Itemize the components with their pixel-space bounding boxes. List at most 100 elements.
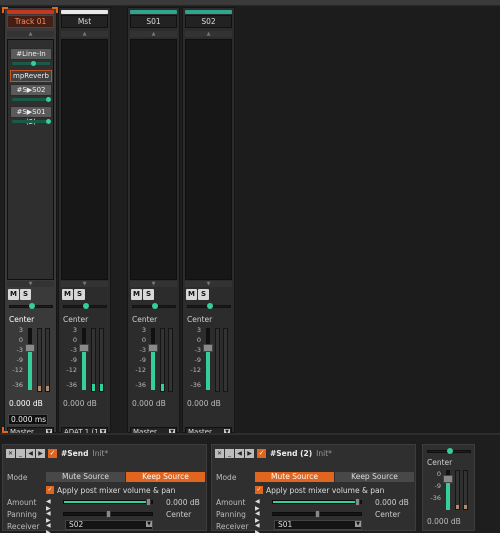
amount-stepper[interactable]: ◀ ▶ xyxy=(255,498,266,512)
post-mixer-option[interactable]: ✓ Apply post mixer volume & pan xyxy=(255,485,384,495)
mute-button[interactable]: M xyxy=(8,289,19,300)
volume-fader[interactable] xyxy=(82,328,86,390)
send-level-slider[interactable] xyxy=(12,97,51,102)
volume-fader[interactable] xyxy=(206,328,210,390)
preset-name[interactable]: Init* xyxy=(92,449,108,458)
panning-slider[interactable] xyxy=(272,510,362,518)
processor-list[interactable] xyxy=(130,39,177,280)
track-name[interactable]: Track 01 xyxy=(7,15,54,28)
track-header[interactable]: S02 xyxy=(185,10,232,30)
receiver-stepper[interactable]: ◀ ▶ xyxy=(255,522,266,533)
fader-handle[interactable] xyxy=(148,344,158,352)
pan-knob[interactable] xyxy=(207,303,213,309)
chevron-down-icon[interactable]: ▼ xyxy=(146,521,152,527)
track-strip-mst[interactable]: Mst ▲ ▼ MS Center 3 0 -3 -9 -12 -36 0.00… xyxy=(58,7,111,437)
scroll-up-arrow[interactable]: ▲ xyxy=(61,31,108,37)
scroll-down-arrow[interactable]: ▼ xyxy=(185,281,232,287)
pan-knob[interactable] xyxy=(152,303,158,309)
close-icon[interactable]: ✕ xyxy=(6,449,15,458)
amount-slider[interactable] xyxy=(63,498,153,506)
amount-stepper[interactable]: ◀ ▶ xyxy=(46,498,57,512)
keep-source-option[interactable]: Keep Source xyxy=(126,472,205,482)
track-header[interactable]: S01 xyxy=(130,10,177,30)
receiver-select[interactable]: S01 xyxy=(274,520,362,530)
delay-field[interactable]: 0.000 ms xyxy=(8,414,48,425)
track-strip-track01[interactable]: Track 01 ▲ #Line-In mpReverb #S▶S02 #S▶S… xyxy=(4,7,57,437)
processor-list[interactable]: #Line-In mpReverb #S▶S02 #S▶S01 (2) xyxy=(7,39,54,280)
processor-list[interactable] xyxy=(185,39,232,280)
fader-handle[interactable] xyxy=(443,475,453,483)
panning-slider[interactable] xyxy=(63,510,153,518)
mute-button[interactable]: M xyxy=(62,289,73,300)
amount-slider[interactable] xyxy=(272,498,362,506)
solo-button[interactable]: S xyxy=(143,289,154,300)
scroll-up-arrow[interactable]: ▲ xyxy=(7,31,54,37)
processor-list[interactable] xyxy=(61,39,108,280)
panning-stepper[interactable]: ◀ ▶ xyxy=(46,510,57,524)
send-device-panel-2[interactable]: ✕ _ ◀ ▶ ✓ #Send (2) Init* Mode Mute Source Kee… xyxy=(211,444,416,533)
pan-slider[interactable] xyxy=(63,303,107,309)
fader-handle[interactable] xyxy=(79,344,89,352)
mute-source-option[interactable]: Mute Source xyxy=(255,472,334,482)
chevron-down-icon[interactable]: ▼ xyxy=(355,521,361,527)
preset-name[interactable]: Init* xyxy=(316,449,332,458)
move-left-icon[interactable]: ◀ xyxy=(26,449,35,458)
scroll-down-arrow[interactable]: ▼ xyxy=(130,281,177,287)
panning-stepper[interactable]: ◀ ▶ xyxy=(255,510,266,524)
send-device-s-s02[interactable]: #S▶S02 xyxy=(10,84,52,96)
post-mixer-checkbox[interactable]: ✓ xyxy=(255,486,263,494)
track-strip-s02[interactable]: S02 ▲ ▼ MS Center 3 0 -3 -9 -12 -36 0.00… xyxy=(182,7,235,437)
mute-button[interactable]: M xyxy=(131,289,142,300)
track-name[interactable]: S01 xyxy=(130,15,177,28)
track-name[interactable]: Mst xyxy=(61,15,108,28)
pan-knob[interactable] xyxy=(83,303,89,309)
mode-switch[interactable]: Mute Source Keep Source xyxy=(46,472,206,482)
send-device-line-in[interactable]: #Line-In xyxy=(10,48,52,60)
collapse-icon[interactable]: _ xyxy=(16,449,25,458)
keep-source-option[interactable]: Keep Source xyxy=(335,472,414,482)
solo-button[interactable]: S xyxy=(198,289,209,300)
move-left-icon[interactable]: ◀ xyxy=(235,449,244,458)
plugin-mpreverb[interactable]: mpReverb xyxy=(10,70,52,82)
device-enabled-checkbox[interactable]: ✓ xyxy=(48,449,57,458)
solo-button[interactable]: S xyxy=(20,289,31,300)
scroll-up-arrow[interactable]: ▲ xyxy=(130,31,177,37)
move-right-icon[interactable]: ▶ xyxy=(36,449,45,458)
solo-button[interactable]: S xyxy=(74,289,85,300)
device-chain-output-strip[interactable]: Center 0 -9 -36 0.000 dB xyxy=(422,444,475,531)
scroll-down-arrow[interactable]: ▼ xyxy=(61,281,108,287)
fader-handle[interactable] xyxy=(203,344,213,352)
receiver-stepper[interactable]: ◀ ▶ xyxy=(46,522,57,533)
track-strip-s01[interactable]: S01 ▲ ▼ MS Center 3 0 -3 -9 -12 -36 0.00… xyxy=(127,7,180,437)
send-level-slider[interactable] xyxy=(12,61,50,66)
scroll-up-arrow[interactable]: ▲ xyxy=(185,31,232,37)
send-device-panel[interactable]: ✕ _ ◀ ▶ ✓ #Send Init* Mode Mute Source Keep So… xyxy=(2,444,207,533)
mute-source-option[interactable]: Mute Source xyxy=(46,472,125,482)
fader-handle[interactable] xyxy=(25,344,35,352)
volume-fader[interactable] xyxy=(151,328,155,390)
scroll-down-arrow[interactable]: ▼ xyxy=(7,281,54,287)
track-header[interactable]: Track 01 xyxy=(7,10,54,30)
move-right-icon[interactable]: ▶ xyxy=(245,449,254,458)
post-mixer-option[interactable]: ✓ Apply post mixer volume & pan xyxy=(46,485,175,495)
close-icon[interactable]: ✕ xyxy=(215,449,224,458)
mode-switch[interactable]: Mute Source Keep Source xyxy=(255,472,415,482)
track-name[interactable]: S02 xyxy=(185,15,232,28)
receiver-select[interactable]: S02 xyxy=(65,520,153,530)
pan-slider[interactable] xyxy=(132,303,176,309)
pan-knob[interactable] xyxy=(29,303,35,309)
device-enabled-checkbox[interactable]: ✓ xyxy=(257,449,266,458)
receiver-label: Receiver xyxy=(216,522,249,531)
send-level-slider[interactable] xyxy=(12,119,51,124)
post-mixer-checkbox[interactable]: ✓ xyxy=(46,486,54,494)
pan-slider[interactable] xyxy=(427,448,471,454)
mute-button[interactable]: M xyxy=(186,289,197,300)
pan-knob[interactable] xyxy=(447,448,453,454)
volume-fader[interactable] xyxy=(28,328,32,390)
pan-slider[interactable] xyxy=(187,303,231,309)
send-device-s-s01-2[interactable]: #S▶S01 (2) xyxy=(10,106,52,126)
collapse-icon[interactable]: _ xyxy=(225,449,234,458)
track-header[interactable]: Mst xyxy=(61,10,108,30)
level-meter-left xyxy=(160,328,165,392)
pan-slider[interactable] xyxy=(9,303,53,309)
